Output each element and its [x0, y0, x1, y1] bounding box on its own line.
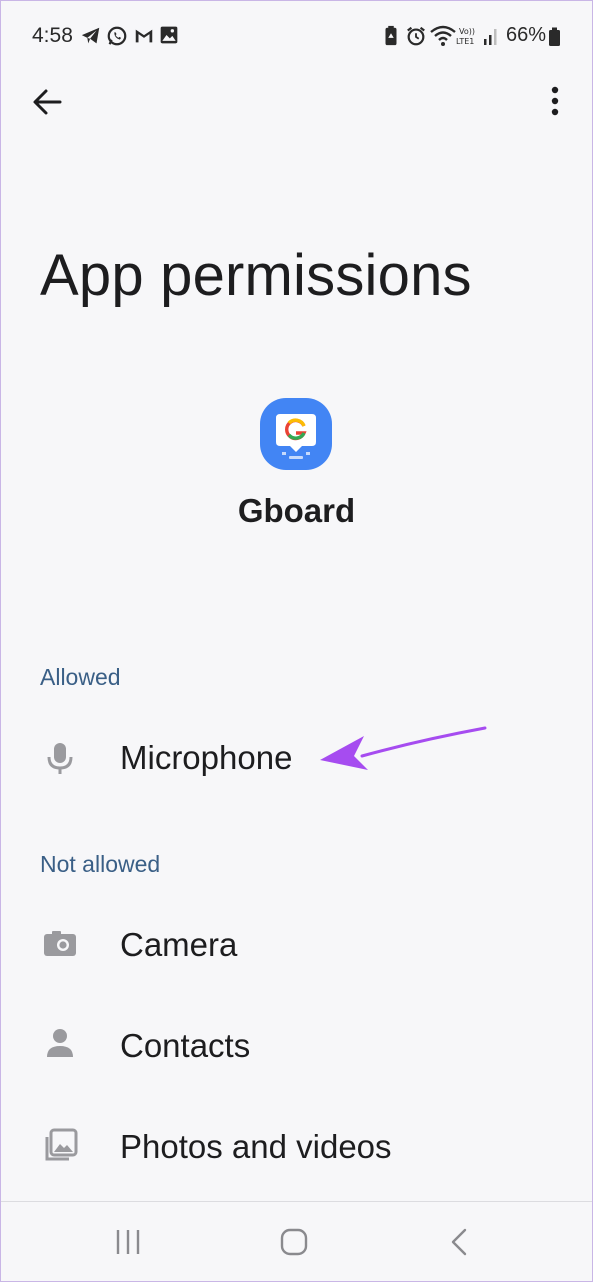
screenshot-border — [0, 0, 593, 1282]
section-header-allowed: Allowed — [40, 664, 121, 690]
more-options-button[interactable] — [540, 82, 570, 122]
permission-row-camera[interactable]: Camera — [0, 904, 593, 984]
permission-row-photos-videos[interactable]: Photos and videos — [0, 1106, 593, 1186]
recents-icon — [116, 1230, 140, 1254]
permission-label: Camera — [120, 926, 238, 963]
battery-saver-icon — [385, 25, 397, 46]
battery-percentage: 66% — [506, 24, 547, 46]
permission-label: Contacts — [120, 1027, 251, 1064]
back-icon — [451, 1228, 467, 1256]
status-bar: 4:58 Vo)) LTE1 66% — [0, 0, 593, 72]
nav-back-button[interactable] — [444, 1226, 476, 1258]
svg-text:LTE1: LTE1 — [456, 37, 474, 46]
alarm-icon — [407, 26, 425, 46]
permission-label: Microphone — [120, 739, 293, 776]
page-title: App permissions — [40, 243, 472, 308]
more-vert-icon — [551, 86, 559, 116]
recents-button[interactable] — [112, 1226, 144, 1258]
microphone-icon — [47, 743, 73, 774]
svg-text:Vo)): Vo)) — [459, 27, 475, 36]
home-button[interactable] — [278, 1226, 310, 1258]
gallery-icon — [160, 26, 178, 44]
nav-divider — [0, 1201, 593, 1202]
person-icon — [47, 1029, 73, 1057]
wifi-icon — [430, 25, 456, 46]
annotation-arrow-icon — [320, 726, 487, 770]
back-button[interactable] — [28, 82, 68, 122]
permission-label: Photos and videos — [120, 1128, 392, 1165]
home-icon — [280, 1228, 308, 1256]
gmail-icon — [135, 29, 153, 43]
gboard-app-icon — [260, 398, 332, 470]
section-header-not-allowed: Not allowed — [40, 851, 161, 877]
arrow-left-icon — [33, 89, 62, 115]
photos-icon — [45, 1128, 78, 1161]
whatsapp-icon — [107, 26, 127, 46]
permission-row-microphone[interactable]: Microphone — [0, 718, 593, 798]
signal-icon — [484, 29, 497, 45]
volte-icon: Vo))LTE1 — [456, 27, 475, 46]
status-time: 4:58 — [32, 24, 73, 47]
camera-icon — [44, 931, 76, 956]
permission-row-contacts[interactable]: Contacts — [0, 1005, 593, 1085]
telegram-icon — [81, 27, 100, 44]
battery-icon — [549, 27, 560, 46]
app-name: Gboard — [237, 492, 356, 529]
